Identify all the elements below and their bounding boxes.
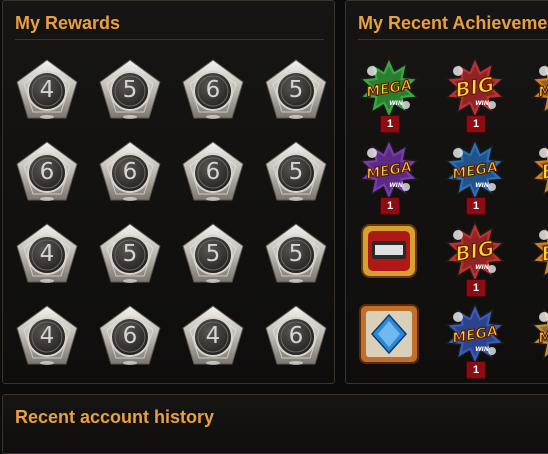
reward-badge[interactable]: 6 (179, 138, 247, 206)
rewards-title: My Rewards (15, 13, 120, 34)
achievement-diamond[interactable] (354, 301, 424, 379)
achievement-count-badge: 1 (380, 115, 400, 133)
achievement-big[interactable]: BIGWIN1 (440, 219, 510, 297)
achievement-mega[interactable]: MEGAWIN1 (354, 137, 424, 215)
big-icon: BIGWIN (440, 55, 510, 119)
reward-badge-level: 4 (13, 241, 81, 267)
reward-badge[interactable]: 6 (13, 138, 81, 206)
big-icon: BIGWIN (526, 137, 548, 201)
reward-badge[interactable]: 6 (96, 302, 164, 370)
achievement-big[interactable]: BIGWIN (526, 137, 548, 215)
reward-badge-level: 5 (262, 241, 330, 267)
reward-badge[interactable]: 5 (262, 220, 330, 288)
reward-badge[interactable]: 4 (179, 302, 247, 370)
mega-icon: MEGAWIN (526, 55, 548, 119)
achievements-panel: My Recent Achievements MEGAWIN1BIGWIN1ME… (345, 0, 548, 384)
big-icon: BIGWIN (440, 219, 510, 283)
achievement-count-badge: 1 (466, 115, 486, 133)
mega-icon: MEGAWIN (526, 301, 548, 365)
svg-text:WIN: WIN (475, 264, 489, 271)
big-icon: BIGWIN (526, 219, 548, 283)
reward-badge[interactable]: 5 (96, 56, 164, 124)
reward-badge-level: 4 (13, 323, 81, 349)
reward-badge[interactable]: 4 (13, 56, 81, 124)
account-history-panel: Recent account history (2, 394, 548, 454)
reward-badge[interactable]: 6 (262, 302, 330, 370)
reward-badge-level: 6 (179, 159, 247, 185)
reward-badge-level: 5 (262, 159, 330, 185)
machine-icon (354, 219, 424, 283)
reward-badge-level: 5 (262, 77, 330, 103)
reward-badge[interactable]: 6 (96, 138, 164, 206)
reward-badge-level: 5 (96, 241, 164, 267)
mega-icon: MEGAWIN (440, 301, 510, 365)
reward-badge-level: 4 (13, 77, 81, 103)
svg-text:WIN: WIN (475, 346, 489, 353)
mega-icon: MEGAWIN (440, 137, 510, 201)
reward-badge[interactable]: 6 (179, 56, 247, 124)
account-history-title: Recent account history (15, 407, 214, 428)
reward-badge-level: 6 (262, 323, 330, 349)
reward-badge-level: 6 (13, 159, 81, 185)
reward-badge-level: 6 (96, 323, 164, 349)
achievement-mega[interactable]: MEGAWIN1 (440, 301, 510, 379)
achievements-title: My Recent Achievements (358, 13, 548, 34)
svg-text:WIN: WIN (475, 100, 489, 107)
svg-text:WIN: WIN (389, 182, 403, 189)
achievement-mega[interactable]: MEGAWIN1 (440, 137, 510, 215)
reward-badge[interactable]: 5 (262, 138, 330, 206)
reward-badge-level: 5 (179, 241, 247, 267)
svg-text:WIN: WIN (389, 100, 403, 107)
achievement-big[interactable]: BIGWIN1 (440, 55, 510, 133)
reward-badge-level: 5 (96, 77, 164, 103)
rewards-panel: My Rewards 4565666545554646 (2, 0, 335, 384)
diamond-icon (354, 301, 424, 365)
reward-badge[interactable]: 5 (262, 56, 330, 124)
reward-badge-level: 6 (179, 77, 247, 103)
reward-badge-level: 6 (96, 159, 164, 185)
mega-icon: MEGAWIN (354, 55, 424, 119)
achievement-machine[interactable] (354, 219, 424, 297)
reward-badge[interactable]: 5 (179, 220, 247, 288)
achievement-big[interactable]: BIGWIN (526, 219, 548, 297)
achievement-count-badge: 1 (466, 361, 486, 379)
reward-badge-level: 4 (179, 323, 247, 349)
rewards-divider (15, 39, 324, 40)
reward-badge[interactable]: 5 (96, 220, 164, 288)
achievement-count-badge: 1 (466, 197, 486, 215)
achievement-mega[interactable]: MEGAWIN (526, 55, 548, 133)
svg-text:WIN: WIN (475, 182, 489, 189)
achievement-mega[interactable]: MEGAWIN1 (354, 55, 424, 133)
reward-badge[interactable]: 4 (13, 220, 81, 288)
reward-badge[interactable]: 4 (13, 302, 81, 370)
achievements-divider (358, 39, 548, 40)
mega-icon: MEGAWIN (354, 137, 424, 201)
achievement-count-badge: 1 (466, 279, 486, 297)
achievement-count-badge: 1 (380, 197, 400, 215)
achievement-mega[interactable]: MEGAWIN (526, 301, 548, 379)
